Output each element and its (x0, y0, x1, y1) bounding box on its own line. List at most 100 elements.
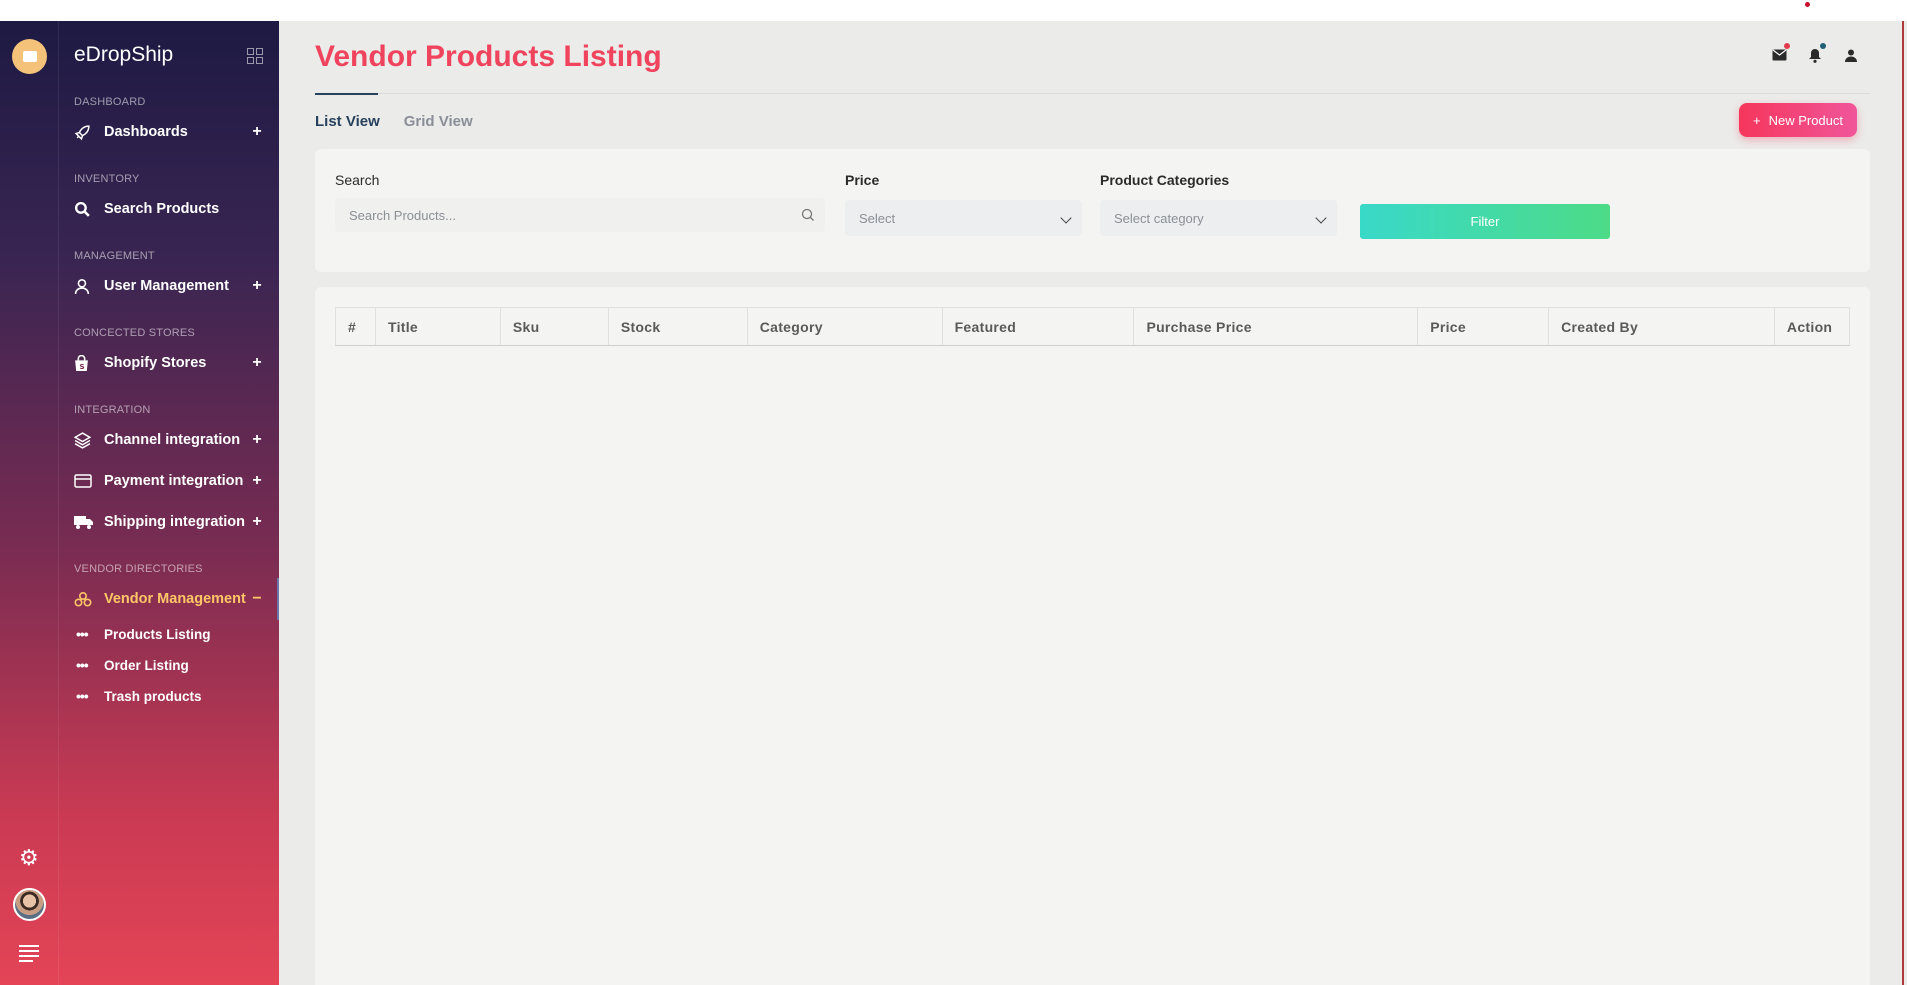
mail-badge (1784, 43, 1790, 49)
category-select-value: Select category (1114, 210, 1204, 226)
layers-icon (74, 431, 104, 449)
truck-icon (74, 515, 104, 530)
column-header-action[interactable]: Action (1773, 307, 1851, 346)
right-edge (1902, 21, 1904, 985)
sidebar-item-search-products[interactable]: Search Products (74, 197, 264, 221)
tab-list-view[interactable]: List View (315, 113, 380, 130)
dots-icon: ••• (76, 626, 89, 642)
section-inventory: INVENTORY (74, 173, 140, 185)
expand-icon: + (252, 431, 262, 448)
top-strip (0, 0, 1907, 21)
sub-item-label: Products Listing (104, 626, 211, 642)
user-icon (74, 278, 104, 295)
shopify-bag-icon: S (74, 354, 104, 372)
section-management: MANAGEMENT (74, 250, 155, 262)
user-profile-icon[interactable] (1842, 46, 1860, 64)
dots-icon: ••• (76, 657, 89, 673)
icon-rail: ⚙ (0, 21, 59, 985)
sidebar-item-dashboards[interactable]: Dashboards + (74, 120, 264, 144)
section-dashboard: DASHBOARD (74, 96, 146, 108)
table-panel (315, 287, 1870, 985)
expand-icon: + (252, 513, 262, 530)
sidebar-item-shopify-stores[interactable]: S Shopify Stores + (74, 351, 264, 375)
search-label: Search (335, 172, 380, 188)
column-header-number[interactable]: # (335, 307, 376, 346)
menu-icon[interactable] (19, 945, 39, 965)
column-header-purchase-price[interactable]: Purchase Price (1133, 307, 1419, 346)
sidebar-item-label: Search Products (104, 201, 220, 217)
sub-item-label: Order Listing (104, 657, 189, 673)
search-icon[interactable] (801, 208, 815, 227)
sidebar-item-shipping-integration[interactable]: Shipping integration + (74, 510, 264, 534)
bell-badge (1820, 43, 1826, 49)
category-select[interactable]: Select category (1100, 200, 1337, 236)
gear-icon[interactable]: ⚙ (19, 847, 39, 869)
rocket-icon (74, 124, 104, 141)
search-input[interactable] (335, 198, 825, 232)
grid-toggle-icon[interactable] (247, 48, 263, 64)
price-label: Price (845, 172, 880, 188)
new-product-label: New Product (1768, 112, 1843, 128)
bell-icon[interactable] (1806, 43, 1826, 64)
sidebar-item-user-management[interactable]: User Management + (74, 274, 264, 298)
column-header-category[interactable]: Category (746, 307, 943, 346)
tab-active-underline (315, 93, 378, 95)
search-field (335, 198, 825, 232)
expand-icon: + (252, 472, 262, 489)
active-indicator (277, 578, 279, 620)
sidebar-item-label: Shipping integration (104, 514, 245, 530)
column-header-stock[interactable]: Stock (607, 307, 748, 346)
table-header-row: # Title Sku Stock Category Featured Purc… (335, 307, 1851, 346)
sidebar-item-label: Dashboards (104, 124, 188, 140)
sidebar-item-label: Vendor Management (104, 591, 246, 607)
search-icon (74, 201, 104, 218)
expand-icon: + (252, 354, 262, 371)
avatar[interactable] (13, 888, 46, 921)
sidebar-sub-order-listing[interactable]: ••• Order Listing (76, 657, 189, 673)
column-header-title[interactable]: Title (374, 307, 501, 346)
sub-item-label: Trash products (104, 688, 202, 704)
brand-name: eDropShip (74, 43, 174, 66)
section-stores: CONCECTED STORES (74, 327, 195, 339)
category-label: Product Categories (1100, 172, 1230, 188)
dots-icon: ••• (76, 688, 89, 704)
view-tabs: List View Grid View (315, 113, 473, 130)
sidebar-sub-trash-products[interactable]: ••• Trash products (76, 688, 202, 704)
sidebar-item-label: Shopify Stores (104, 355, 207, 371)
store-logo-icon[interactable] (12, 39, 47, 74)
sidebar-sub-products-listing[interactable]: ••• Products Listing (76, 626, 211, 642)
header-divider (315, 93, 1870, 94)
column-header-created-by[interactable]: Created By (1548, 307, 1775, 346)
sidebar-item-label: Payment integration (104, 473, 244, 489)
boxes-icon (74, 591, 104, 607)
mail-icon[interactable] (1770, 43, 1790, 64)
chevron-down-icon (1060, 212, 1072, 224)
sidebar-item-label: User Management (104, 278, 229, 294)
plus-icon: + (1752, 112, 1761, 128)
sidebar: ⚙ eDropShip DASHBOARD Dashboards + INVEN… (0, 21, 279, 985)
sidebar-item-vendor-management[interactable]: Vendor Management − (74, 587, 264, 611)
price-select[interactable]: Select (845, 200, 1082, 236)
expand-icon: + (252, 277, 262, 294)
sidebar-item-payment-integration[interactable]: Payment integration + (74, 469, 264, 493)
credit-card-icon (74, 474, 104, 488)
header-icons (1770, 43, 1860, 64)
column-header-price[interactable]: Price (1417, 307, 1550, 346)
filter-button[interactable]: Filter (1360, 204, 1610, 239)
column-header-sku[interactable]: Sku (499, 307, 609, 346)
section-vendor: VENDOR DIRECTORIES (74, 563, 203, 575)
svg-text:S: S (79, 361, 84, 370)
sidebar-item-label: Channel integration (104, 432, 241, 448)
expand-icon: + (252, 123, 262, 140)
new-product-button[interactable]: + New Product (1739, 103, 1857, 137)
products-table: # Title Sku Stock Category Featured Purc… (335, 307, 1851, 346)
section-integration: INTEGRATION (74, 404, 151, 416)
notification-dot (1805, 2, 1810, 7)
tab-grid-view[interactable]: Grid View (404, 113, 473, 130)
column-header-featured[interactable]: Featured (941, 307, 1135, 346)
page-title: Vendor Products Listing (315, 40, 662, 73)
collapse-icon: − (252, 590, 262, 607)
chevron-down-icon (1315, 212, 1327, 224)
sidebar-item-channel-integration[interactable]: Channel integration + (74, 428, 264, 452)
price-select-value: Select (859, 210, 896, 226)
